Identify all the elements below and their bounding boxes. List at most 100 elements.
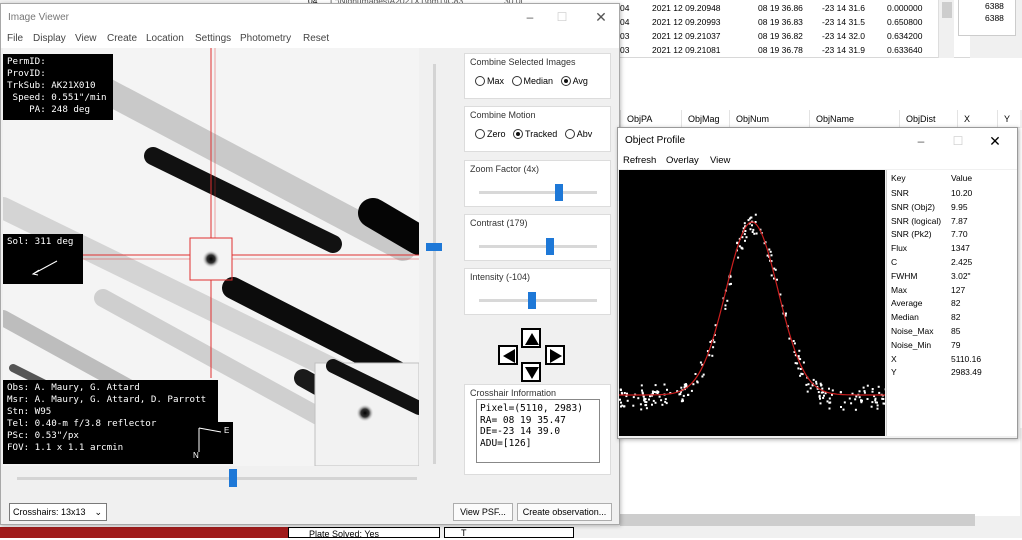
cell-value: 0.634200 (887, 29, 922, 44)
header-y[interactable]: Y (997, 110, 1010, 128)
image-canvas[interactable]: PermID: ProvID: TrkSub: AK21X010 Speed: … (3, 48, 419, 466)
scrollbar-thumb[interactable] (942, 2, 952, 18)
sun-direction-arrow-icon (29, 258, 61, 278)
side-value-column: 6388 6388 (958, 0, 1016, 36)
cell-value: 0.633640 (887, 43, 922, 58)
move-left-button[interactable] (498, 345, 518, 365)
ra-readout: RA= 08 19 35.47 (480, 415, 596, 427)
profile-point (666, 402, 668, 404)
zoom-slider-track[interactable] (479, 191, 597, 194)
close-button[interactable]: ✕ (980, 132, 1010, 150)
profile-point (744, 240, 746, 242)
table-row: C2.425 (887, 256, 1017, 270)
radio-abv[interactable]: Abv (565, 129, 593, 139)
title-bar[interactable]: Image Viewer – ☐ ✕ (1, 4, 619, 30)
horizontal-scrollbar[interactable] (620, 514, 975, 526)
menu-location[interactable]: Location (146, 33, 184, 44)
contrast-slider-track[interactable] (479, 245, 597, 248)
create-observation-button[interactable]: Create observation... (517, 503, 612, 521)
row-value: 82 (951, 311, 960, 325)
table-scrollbar[interactable] (938, 0, 954, 58)
menu-reset[interactable]: Reset (303, 33, 329, 44)
table-row: SNR (Obj2)9.95 (887, 201, 1017, 215)
menu-view[interactable]: View (710, 155, 730, 166)
table-row: Flux1347 (887, 242, 1017, 256)
contrast-slider-thumb[interactable] (546, 238, 554, 255)
view-psf-button[interactable]: View PSF... (453, 503, 513, 521)
profile-point (821, 388, 823, 390)
radio-tracked[interactable]: Tracked (513, 129, 557, 139)
zoom-slider-thumb[interactable] (555, 184, 563, 201)
intensity-slider-thumb[interactable] (528, 292, 536, 309)
minimize-button[interactable]: – (906, 132, 936, 150)
move-up-button[interactable] (521, 328, 541, 348)
vertical-slider-track[interactable] (433, 64, 436, 464)
menu-refresh[interactable]: Refresh (623, 155, 656, 166)
group-title: Combine Selected Images (470, 57, 576, 67)
move-right-button[interactable] (545, 345, 565, 365)
profile-point (744, 230, 746, 232)
table-header: Key Value (887, 172, 1017, 186)
frame-slider-track[interactable] (17, 477, 417, 480)
radio-label: Tracked (525, 129, 557, 139)
menu-settings[interactable]: Settings (195, 33, 231, 44)
radio-avg[interactable]: Avg (561, 76, 588, 86)
crosshair-info-group: Crosshair Information Pixel=(5110, 2983)… (464, 384, 611, 475)
radio-median[interactable]: Median (512, 76, 554, 86)
close-button[interactable]: ✕ (586, 8, 616, 26)
menu-overlay[interactable]: Overlay (666, 155, 699, 166)
profile-point (828, 388, 830, 390)
header-objdist[interactable]: ObjDist (899, 110, 936, 128)
menu-display[interactable]: Display (33, 33, 66, 44)
move-down-button[interactable] (521, 362, 541, 382)
profile-point (855, 396, 857, 398)
profile-point (712, 346, 714, 348)
menu-file[interactable]: File (7, 33, 23, 44)
table-row: SNR (logical)7.87 (887, 215, 1017, 229)
combine-motion-options: Zero Tracked Abv (475, 129, 597, 139)
header-x[interactable]: X (957, 110, 970, 128)
cell-code: 03 (620, 29, 629, 44)
crosshair-info-textbox[interactable]: Pixel=(5110, 2983) RA= 08 19 35.47 DE=-2… (476, 399, 600, 463)
profile-point (632, 405, 634, 407)
profile-point (643, 396, 645, 398)
radio-zero[interactable]: Zero (475, 129, 506, 139)
menu-view[interactable]: View (75, 33, 97, 44)
object-profile-window: Object Profile – ☐ ✕ Refresh Overlay Vie… (617, 127, 1018, 439)
row-key: Max (891, 284, 907, 298)
minimize-button[interactable]: – (515, 8, 545, 26)
profile-point (623, 405, 625, 407)
menu-create[interactable]: Create (107, 33, 137, 44)
row-key: X (891, 353, 897, 367)
profile-point (627, 400, 629, 402)
profile-point (793, 340, 795, 342)
row-key: C (891, 256, 897, 270)
row-value: 7.87 (951, 215, 968, 229)
profile-point (640, 408, 642, 410)
radio-indicator (561, 76, 571, 86)
radio-max[interactable]: Max (475, 76, 504, 86)
crosshairs-size-select[interactable]: Crosshairs: 13x13 ⌄ (9, 503, 107, 521)
profile-point (818, 391, 820, 393)
header-objpa[interactable]: ObjPA (620, 110, 652, 128)
profile-point (687, 394, 689, 396)
profile-point (876, 402, 878, 404)
menu-bar: Refresh Overlay View (618, 153, 1017, 169)
menu-photometry[interactable]: Photometry (240, 33, 291, 44)
header-objname[interactable]: ObjName (809, 110, 854, 128)
contrast-group: Contrast (179) (464, 214, 611, 261)
profile-point (861, 400, 863, 402)
header-objnum[interactable]: ObjNum (729, 110, 769, 128)
maximize-button[interactable]: ☐ (943, 132, 973, 150)
profile-point (750, 217, 752, 219)
header-objmag[interactable]: ObjMag (681, 110, 720, 128)
maximize-button[interactable]: ☐ (547, 8, 577, 26)
frame-slider-thumb[interactable] (229, 469, 237, 487)
profile-point (713, 341, 715, 343)
intensity-slider-track[interactable] (479, 299, 597, 302)
profile-point (708, 354, 710, 356)
profile-point (849, 398, 851, 400)
title-bar[interactable]: Object Profile – ☐ ✕ (618, 128, 1017, 154)
profile-point (884, 403, 885, 405)
vertical-slider-thumb[interactable] (426, 243, 442, 251)
